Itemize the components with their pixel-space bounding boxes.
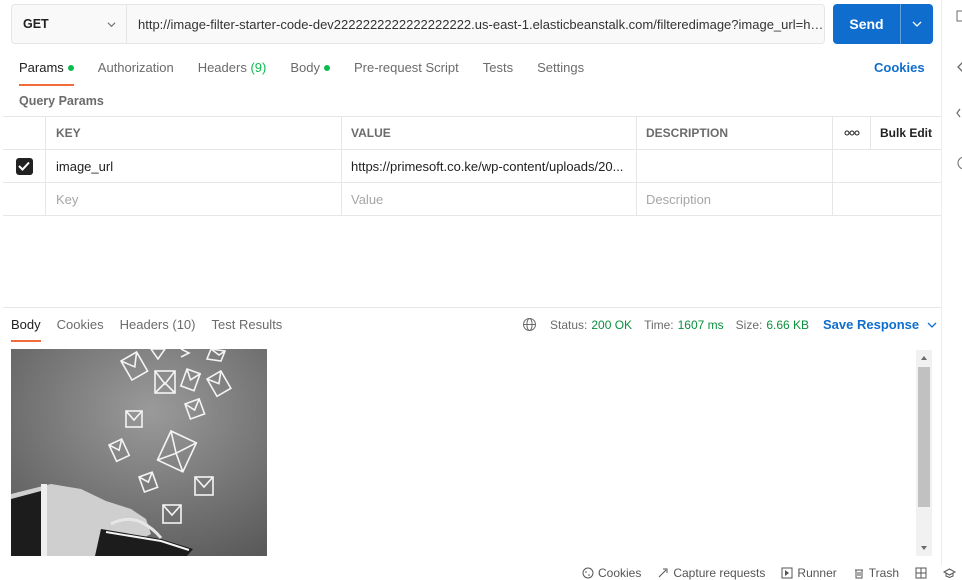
body-indicator-dot [323,64,330,71]
scroll-down-icon[interactable] [916,542,932,554]
statusbar-trash-label: Trash [868,565,899,580]
response-headers-count: (10) [172,317,196,332]
save-response-label: Save Response [823,317,920,332]
time-value[interactable]: 1607 ms [678,318,724,332]
statusbar-trash[interactable]: Trash [853,566,899,580]
tab-test-results[interactable]: Test Results [212,317,283,340]
more-options-button[interactable] [833,117,871,149]
query-params-table: KEY VALUE DESCRIPTION Bulk Edit image_ur… [3,116,941,216]
bootcamp-icon [943,567,956,578]
statusbar-runner-label: Runner [797,565,837,580]
header-checkbox-cell [3,117,46,149]
chevron-left-icon[interactable] [956,61,962,73]
send-dropdown-button[interactable] [901,4,933,44]
row-checkbox-cell [3,150,46,182]
status-label: Status: [550,317,588,332]
statusbar-capture-label: Capture requests [673,565,766,580]
headers-count: (9) [250,60,267,75]
code-icon[interactable] [956,107,962,119]
status-value[interactable]: 200 OK [591,318,632,332]
time-label: Time: [644,317,674,332]
tab-headers[interactable]: Headers (9) [198,60,267,84]
method-select[interactable]: GET [12,5,127,43]
tab-body[interactable]: Body [290,60,330,84]
runner-icon [781,567,793,578]
value-input-placeholder[interactable]: Value [342,183,637,215]
response-panel: Body Cookies Headers (10) Test Results S… [3,307,941,565]
scrollbar-thumb[interactable] [918,367,930,507]
param-description-cell[interactable] [637,150,833,182]
empty-cell [833,183,871,215]
info-icon[interactable] [956,156,962,170]
params-indicator-dot [67,64,74,71]
response-tabs: Body Cookies Headers (10) Test Results [11,317,298,342]
cookies-link[interactable]: Cookies [874,60,925,75]
scroll-up-icon[interactable] [916,352,932,364]
statusbar-layout-button[interactable] [915,567,927,579]
request-bar: GET http://image-filter-starter-code-dev… [11,4,825,44]
description-input-placeholder[interactable]: Description [637,183,833,215]
tab-params[interactable]: Params [19,60,74,86]
send-label[interactable]: Send [833,4,901,44]
header-description: DESCRIPTION [637,117,833,149]
statusbar-bootcamp-button[interactable] [943,567,956,579]
tab-settings[interactable]: Settings [537,60,584,84]
status-bar: Cookies Capture requests Runner Trash [0,565,962,580]
response-meta: Status: 200 OK Time: 1607 ms Size: 6.66 … [522,317,821,332]
checkmark-icon [18,161,30,171]
two-pane-icon [915,567,927,578]
envelopes-illustration [11,349,267,556]
tab-response-headers[interactable]: Headers (10) [120,317,196,340]
statusbar-capture-requests[interactable]: Capture requests [657,566,765,580]
statusbar-runner[interactable]: Runner [781,565,837,580]
statusbar-cookies[interactable]: Cookies [582,566,641,580]
key-input-placeholder[interactable]: Key [46,183,342,215]
table-header-row: KEY VALUE DESCRIPTION Bulk Edit [3,117,941,150]
capture-icon [658,568,668,577]
tab-response-body[interactable]: Body [11,317,41,342]
more-horizontal-icon [844,130,859,136]
cookie-icon [582,567,594,578]
table-row-empty: Key Value Description [3,183,941,216]
method-label: GET [23,17,49,31]
table-row: image_url https://primesoft.co.ke/wp-con… [3,150,941,183]
response-image-preview [11,349,267,556]
empty-cell [871,150,941,182]
chevron-down-icon [927,322,937,328]
query-params-title: Query Params [19,94,104,108]
send-button[interactable]: Send [833,4,933,44]
statusbar-cookies-label: Cookies [597,565,642,580]
chevron-down-icon [912,21,922,27]
param-value-cell[interactable]: https://primesoft.co.ke/wp-content/uploa… [342,150,637,182]
postman-window: GET http://image-filter-starter-code-dev… [0,0,962,580]
header-value: VALUE [342,117,637,149]
save-response-button[interactable]: Save Response [823,317,937,332]
response-scrollbar[interactable] [916,350,932,556]
row-checkbox[interactable] [15,157,33,175]
chevron-down-icon [107,21,116,27]
url-input[interactable]: http://image-filter-starter-code-dev2222… [127,17,824,32]
param-key-cell[interactable]: image_url [46,150,342,182]
request-tabs: Params Authorization Headers (9) Body Pr… [19,60,608,86]
trash-icon [854,569,863,578]
bulk-edit-button[interactable]: Bulk Edit [871,117,941,149]
row-checkbox-cell [3,183,46,215]
right-sidebar [941,0,962,565]
size-label: Size: [735,317,763,332]
tab-pre-request-script[interactable]: Pre-request Script [354,60,459,84]
empty-cell [833,150,871,182]
document-icon[interactable] [956,10,962,22]
empty-cell [871,183,941,215]
tab-tests[interactable]: Tests [483,60,513,84]
size-value[interactable]: 6.66 KB [766,318,809,332]
tab-authorization[interactable]: Authorization [98,60,174,84]
globe-icon[interactable] [522,317,537,332]
header-key: KEY [46,117,342,149]
tab-response-cookies[interactable]: Cookies [57,317,104,340]
